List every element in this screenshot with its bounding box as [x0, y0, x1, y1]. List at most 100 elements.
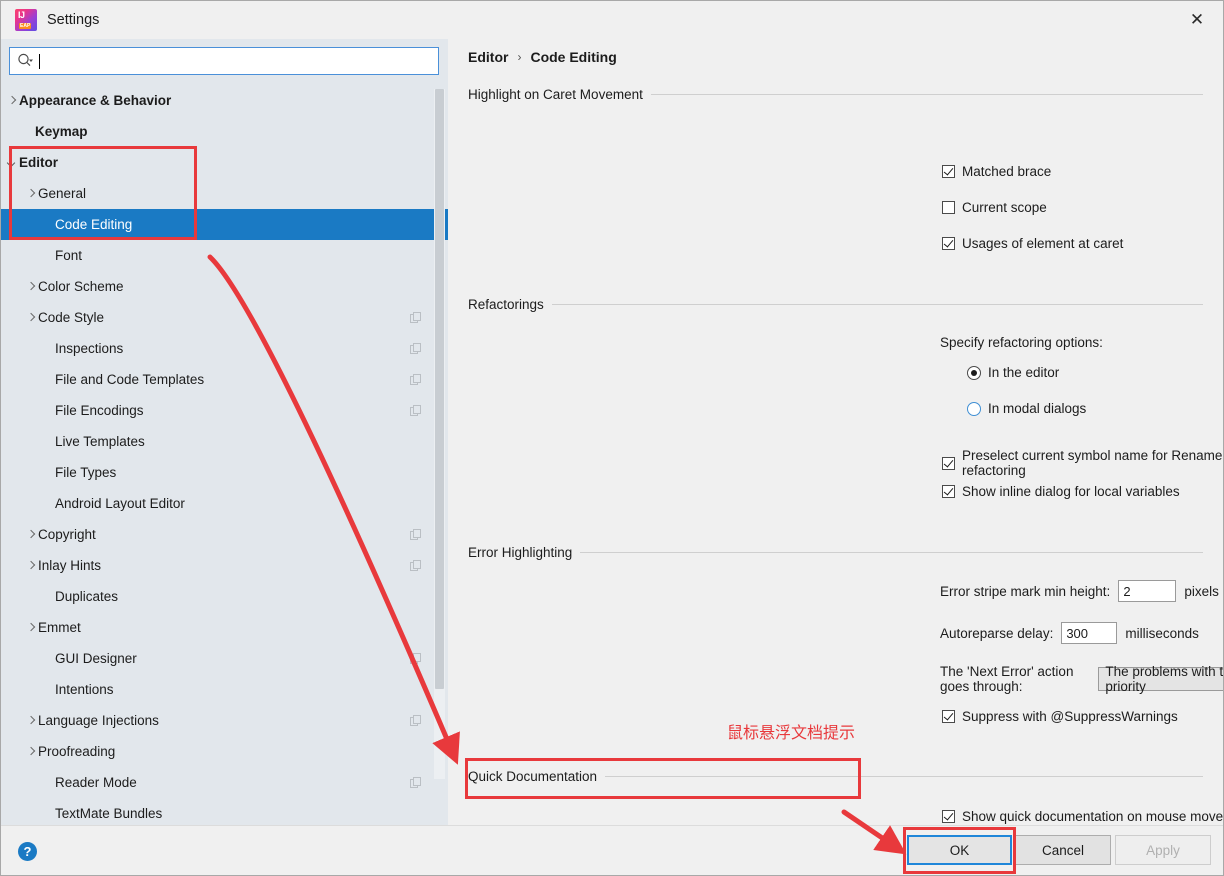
- sidebar-item-code-style[interactable]: Code Style: [1, 302, 448, 333]
- sidebar-scrollbar[interactable]: [434, 89, 445, 779]
- help-icon[interactable]: ?: [17, 841, 38, 862]
- sidebar-item-android-layout-editor[interactable]: Android Layout Editor: [1, 488, 448, 519]
- cancel-button[interactable]: Cancel: [1015, 835, 1111, 865]
- ok-button[interactable]: OK: [907, 835, 1012, 865]
- checkbox-label: Show quick documentation on mouse move: [962, 809, 1224, 824]
- copy-settings-icon[interactable]: [410, 404, 422, 417]
- next-error-dropdown[interactable]: The problems with the highest priority: [1098, 664, 1224, 694]
- sidebar-item-label: TextMate Bundles: [55, 806, 163, 821]
- sidebar-item-label: Code Editing: [55, 217, 133, 232]
- checkbox-usages-of-element-at-caret[interactable]: Usages of element at caret: [942, 236, 1123, 251]
- sidebar-item-reader-mode[interactable]: Reader Mode: [1, 767, 448, 798]
- field-next-error-action: The 'Next Error' action goes through: Th…: [940, 664, 1224, 694]
- section-title-quick-documentation: Quick Documentation: [468, 769, 1203, 784]
- chevron-right-icon[interactable]: [7, 95, 19, 107]
- sidebar-item-label: Inlay Hints: [38, 558, 102, 573]
- checkbox-icon[interactable]: [942, 485, 955, 498]
- breadcrumb: Editor › Code Editing: [468, 49, 617, 65]
- sidebar-item-gui-designer[interactable]: GUI Designer: [1, 643, 448, 674]
- apply-button: Apply: [1115, 835, 1211, 865]
- sidebar-item-keymap[interactable]: Keymap: [1, 116, 448, 147]
- error-stripe-min-height-input[interactable]: [1118, 580, 1177, 602]
- sidebar-item-intentions[interactable]: Intentions: [1, 674, 448, 705]
- checkbox-icon[interactable]: [942, 165, 955, 178]
- checkbox-icon[interactable]: [942, 810, 955, 823]
- chevron-right-icon[interactable]: [26, 746, 38, 758]
- chevron-right-icon[interactable]: [26, 622, 38, 634]
- breadcrumb-parent[interactable]: Editor: [468, 49, 508, 65]
- checkbox-suppress-with-suppresswarnings[interactable]: Suppress with @SuppressWarnings: [942, 709, 1178, 724]
- section-label: Refactorings: [468, 297, 544, 312]
- section-quick-documentation: Quick Documentation: [468, 769, 1203, 784]
- autoreparse-delay-input[interactable]: [1061, 622, 1118, 644]
- checkbox-show-inline-dialog[interactable]: Show inline dialog for local variables: [942, 484, 1180, 499]
- chevron-right-icon[interactable]: [26, 188, 38, 200]
- sidebar-item-color-scheme[interactable]: Color Scheme: [1, 271, 448, 302]
- sidebar-item-appearance-behavior[interactable]: Appearance & Behavior: [1, 85, 448, 116]
- checkbox-current-scope[interactable]: Current scope: [942, 200, 1047, 215]
- sidebar-item-file-and-code-templates[interactable]: File and Code Templates: [1, 364, 448, 395]
- sidebar-item-copyright[interactable]: Copyright: [1, 519, 448, 550]
- sidebar-item-label: File Encodings: [55, 403, 144, 418]
- sidebar-item-textmate-bundles[interactable]: TextMate Bundles: [1, 798, 448, 825]
- checkbox-preselect-rename[interactable]: Preselect current symbol name for Rename…: [942, 448, 1223, 478]
- dropdown-selected-value: The problems with the highest priority: [1105, 664, 1224, 694]
- sidebar-item-label: Copyright: [38, 527, 96, 542]
- checkbox-icon[interactable]: [942, 237, 955, 250]
- sidebar-item-label: Duplicates: [55, 589, 119, 604]
- settings-tree[interactable]: Appearance & Behavior Keymap Editor General…: [1, 85, 448, 825]
- copy-settings-icon[interactable]: [410, 528, 422, 541]
- sidebar-item-font[interactable]: Font: [1, 240, 448, 271]
- search-field[interactable]: [9, 47, 439, 75]
- section-label: Error Highlighting: [468, 545, 573, 560]
- radio-in-the-editor[interactable]: In the editor: [967, 365, 1059, 380]
- chevron-right-icon[interactable]: [26, 312, 38, 324]
- search-icon: [18, 53, 33, 67]
- chevron-right-icon[interactable]: [26, 529, 38, 541]
- field-label: Error stripe mark min height:: [940, 583, 1111, 599]
- checkbox-show-quick-documentation-on-mouse-move[interactable]: Show quick documentation on mouse move: [942, 809, 1223, 824]
- radio-icon[interactable]: [967, 401, 981, 416]
- copy-settings-icon[interactable]: [410, 373, 422, 386]
- copy-settings-icon[interactable]: [410, 652, 422, 665]
- checkbox-matched-brace[interactable]: Matched brace: [942, 164, 1051, 179]
- chevron-right-icon[interactable]: [26, 281, 38, 293]
- checkbox-icon[interactable]: [942, 201, 955, 214]
- sidebar-scrollbar-thumb[interactable]: [435, 89, 444, 689]
- chevron-right-icon[interactable]: [26, 715, 38, 727]
- sidebar-item-duplicates[interactable]: Duplicates: [1, 581, 448, 612]
- copy-settings-icon[interactable]: [410, 342, 422, 355]
- checkbox-label: Show inline dialog for local variables: [962, 484, 1180, 499]
- sidebar-item-inspections[interactable]: Inspections: [1, 333, 448, 364]
- sidebar-item-general[interactable]: General: [1, 178, 448, 209]
- sidebar-item-file-encodings[interactable]: File Encodings: [1, 395, 448, 426]
- sidebar-item-code-editing[interactable]: Code Editing: [1, 209, 448, 240]
- chevron-right-icon[interactable]: [26, 560, 38, 572]
- sidebar-item-editor[interactable]: Editor: [1, 147, 448, 178]
- checkbox-icon[interactable]: [942, 710, 955, 723]
- copy-settings-icon[interactable]: [410, 559, 422, 572]
- sidebar-item-file-types[interactable]: File Types: [1, 457, 448, 488]
- sidebar-item-inlay-hints[interactable]: Inlay Hints: [1, 550, 448, 581]
- section-divider: [551, 304, 1203, 305]
- radio-icon[interactable]: [967, 365, 981, 380]
- sidebar-item-proofreading[interactable]: Proofreading: [1, 736, 448, 767]
- sidebar-item-language-injections[interactable]: Language Injections: [1, 705, 448, 736]
- search-input[interactable]: [42, 52, 438, 70]
- sidebar-item-emmet[interactable]: Emmet: [1, 612, 448, 643]
- radio-in-modal-dialogs[interactable]: In modal dialogs: [967, 401, 1086, 416]
- copy-settings-icon[interactable]: [410, 714, 422, 727]
- sidebar-item-live-templates[interactable]: Live Templates: [1, 426, 448, 457]
- copy-settings-icon[interactable]: [410, 776, 422, 789]
- checkbox-icon[interactable]: [942, 456, 955, 470]
- section-divider: [605, 776, 1203, 777]
- chevron-down-icon[interactable]: [7, 157, 19, 169]
- close-icon[interactable]: ✕: [1177, 5, 1217, 35]
- settings-dialog: IJ EAP Settings ✕ Appearance & Behavior K…: [0, 0, 1224, 876]
- copy-settings-icon[interactable]: [410, 311, 422, 324]
